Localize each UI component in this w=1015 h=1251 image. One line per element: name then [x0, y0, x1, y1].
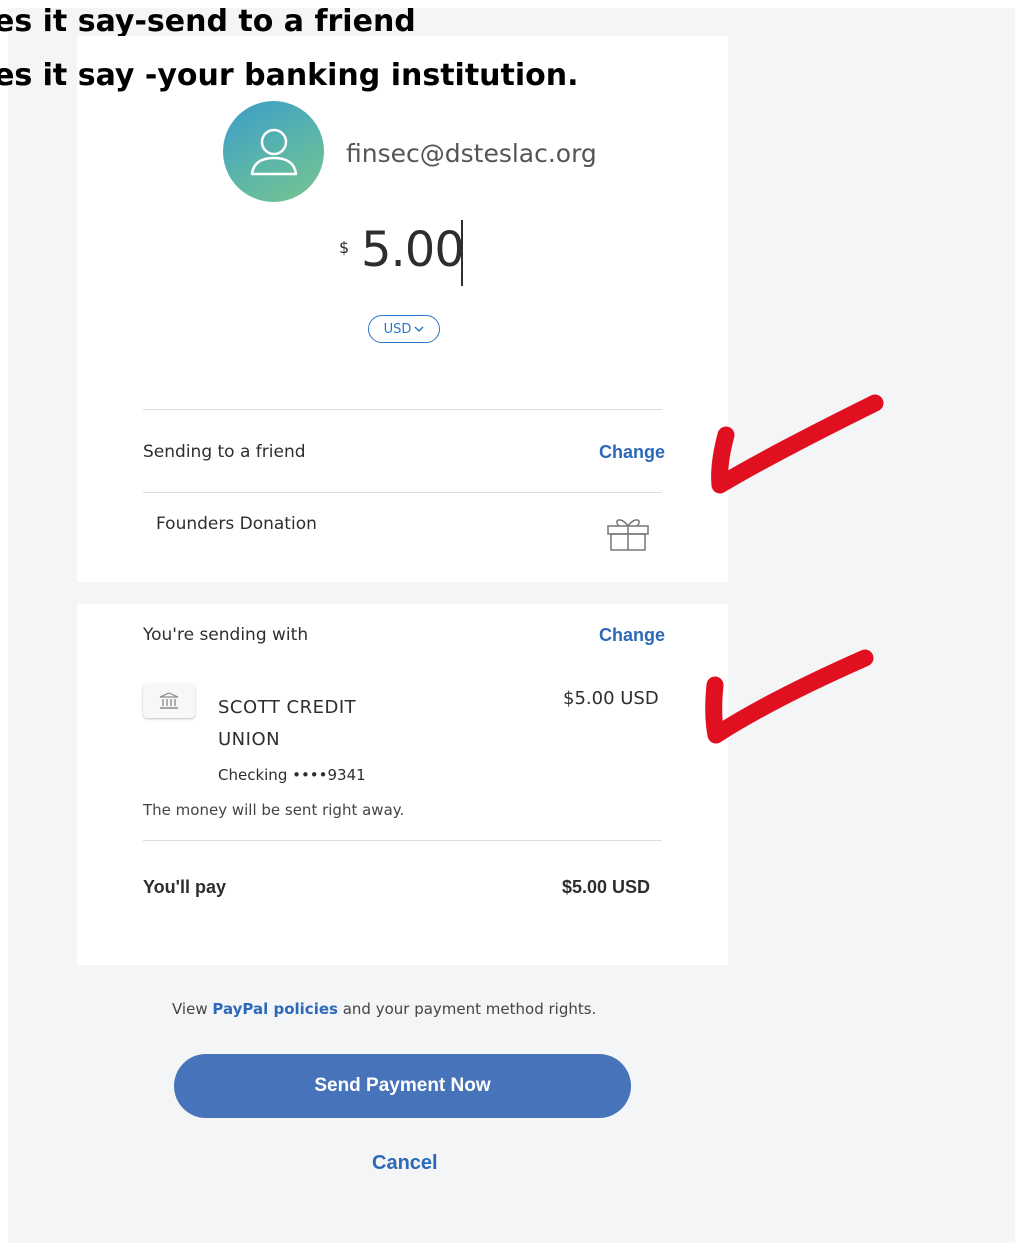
payment-type-label: Sending to a friend: [143, 442, 306, 462]
bank-icon: [159, 692, 179, 709]
total-label: You'll pay: [143, 877, 226, 897]
red-checkmark-annotation: [705, 649, 874, 744]
user-outline-icon: [250, 128, 297, 175]
bank-icon-box: [143, 684, 195, 718]
text-caret: [461, 220, 463, 286]
divider: [143, 409, 662, 410]
annotation-text-2-overlay: es it say -your banking institution.: [0, 58, 579, 93]
divider: [143, 840, 662, 841]
gift-icon[interactable]: [605, 514, 651, 552]
divider: [143, 492, 662, 493]
payment-details-card: [77, 36, 728, 582]
currency-dropdown[interactable]: USD: [368, 315, 440, 343]
funding-header: You're sending with: [143, 625, 309, 645]
annotation-text-1: es it say-send to a friend: [0, 4, 416, 39]
transfer-note: The money will be sent right away.: [143, 801, 405, 819]
currency-code: USD: [383, 321, 412, 337]
recipient-avatar: [223, 101, 324, 202]
bank-amount: $5.00 USD: [563, 688, 659, 709]
chevron-down-icon: [414, 326, 424, 333]
red-checkmark-annotation: [711, 394, 884, 494]
funding-source-card: [77, 604, 728, 965]
cancel-link[interactable]: Cancel: [372, 1152, 438, 1175]
amount-input[interactable]: 5.00: [361, 226, 465, 274]
currency-symbol: $: [339, 238, 350, 257]
policies-suffix: and your payment method rights.: [337, 1000, 597, 1018]
account-detail: Checking ••••9341: [218, 766, 366, 784]
send-payment-button[interactable]: Send Payment Now: [174, 1054, 631, 1118]
total-amount: $5.00 USD: [562, 877, 651, 897]
recipient-email: finsec@dsteslac.org: [346, 139, 597, 168]
bank-name: SCOTT CREDIT UNION: [218, 697, 357, 750]
policies-text: View PayPal policies and your payment me…: [172, 1000, 596, 1018]
change-funding-link[interactable]: Change: [599, 625, 665, 646]
policies-prefix: View: [172, 1000, 213, 1018]
paypal-policies-link[interactable]: PayPal policies: [212, 1000, 338, 1018]
payment-note[interactable]: Founders Donation: [156, 514, 317, 534]
change-payment-type-link[interactable]: Change: [599, 442, 665, 463]
